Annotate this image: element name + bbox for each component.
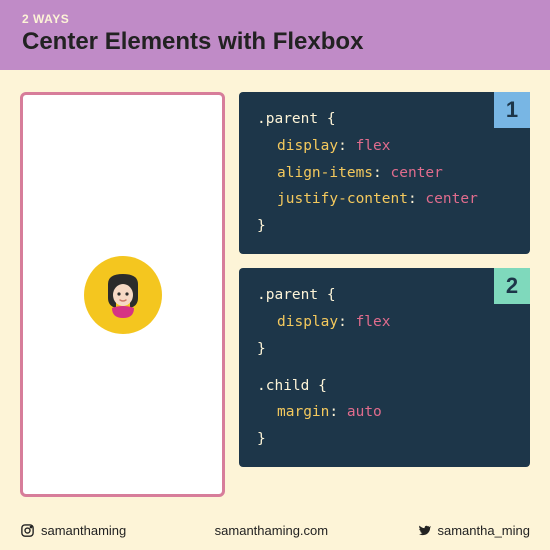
code-block-2: 2 .parent { display: flex } .child { mar…: [239, 268, 530, 467]
css-prop: display: [277, 314, 338, 330]
instagram-handle[interactable]: samanthaming: [20, 523, 126, 538]
css-val: flex: [356, 138, 391, 154]
selector: .parent: [257, 287, 318, 303]
code-block-1: 1 .parent { display: flex align-items: c…: [239, 92, 530, 254]
twitter-icon: [416, 523, 431, 538]
selector: .parent: [257, 111, 318, 127]
main-content: 1 .parent { display: flex align-items: c…: [0, 70, 550, 513]
badge-1: 1: [494, 92, 530, 128]
badge-2: 2: [494, 268, 530, 304]
subtitle: 2 WAYS: [22, 12, 528, 26]
css-val: center: [391, 165, 443, 181]
page-title: Center Elements with Flexbox: [22, 28, 528, 56]
css-val: flex: [356, 314, 391, 330]
instagram-icon: [20, 523, 35, 538]
avatar: [84, 256, 162, 334]
twitter-handle[interactable]: samantha_ming: [416, 523, 530, 538]
css-val: center: [425, 191, 477, 207]
demo-parent-box: [20, 92, 225, 497]
code-column: 1 .parent { display: flex align-items: c…: [239, 92, 530, 503]
selector: .child: [257, 378, 309, 394]
footer: samanthaming samanthaming.com samantha_m…: [0, 513, 550, 550]
css-prop: align-items: [277, 165, 373, 181]
css-prop: margin: [277, 404, 329, 420]
instagram-text: samanthaming: [41, 523, 126, 538]
twitter-text: samantha_ming: [437, 523, 530, 538]
css-prop: justify-content: [277, 191, 408, 207]
css-prop: display: [277, 138, 338, 154]
website-link[interactable]: samanthaming.com: [215, 523, 328, 538]
header: 2 WAYS Center Elements with Flexbox: [0, 0, 550, 70]
person-icon: [98, 270, 148, 320]
css-val: auto: [347, 404, 382, 420]
